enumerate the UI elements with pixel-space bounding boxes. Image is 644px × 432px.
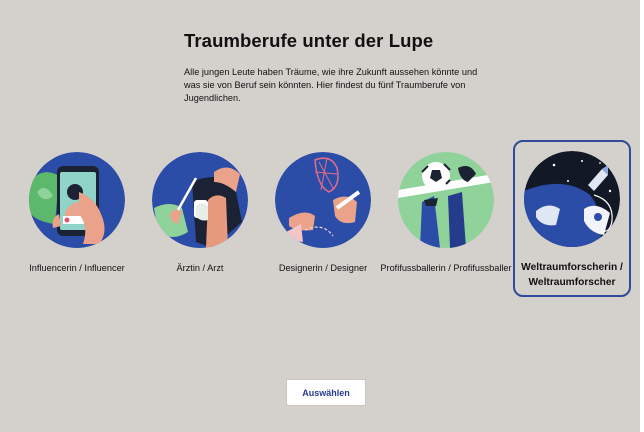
intro-text: Alle jungen Leute haben Träume, wie ihre… xyxy=(184,67,478,103)
option-doctor[interactable]: Ärztin / Arzt xyxy=(140,141,260,303)
option-influencer[interactable]: Influencerin / Influencer xyxy=(17,141,137,303)
option-designer[interactable]: Designerin / Designer xyxy=(263,141,383,303)
doctor-illustration-icon xyxy=(152,152,248,248)
content-panel: Traumberufe unter der Lupe Alle jungen L… xyxy=(0,0,640,432)
astronaut-illustration-icon xyxy=(524,151,620,247)
option-astronaut[interactable]: Weltraumforscherin / Weltraumforscher xyxy=(513,140,631,297)
option-label: Profifussballerin / Profifussballer xyxy=(380,263,512,273)
select-button[interactable]: Auswählen xyxy=(286,379,366,406)
option-football-player[interactable]: Profifussballerin / Profifussballer xyxy=(380,141,512,303)
option-label: Weltraumforscherin / Weltraumforscher xyxy=(521,262,623,288)
option-label: Designerin / Designer xyxy=(278,263,368,273)
page-title: Traumberufe unter der Lupe xyxy=(184,30,434,51)
football-player-illustration-icon xyxy=(398,152,494,248)
option-label: Ärztin / Arzt xyxy=(176,263,224,273)
option-label: Influencerin / Influencer xyxy=(29,263,125,273)
influencer-illustration-icon xyxy=(29,152,125,248)
designer-illustration-icon xyxy=(275,152,371,248)
